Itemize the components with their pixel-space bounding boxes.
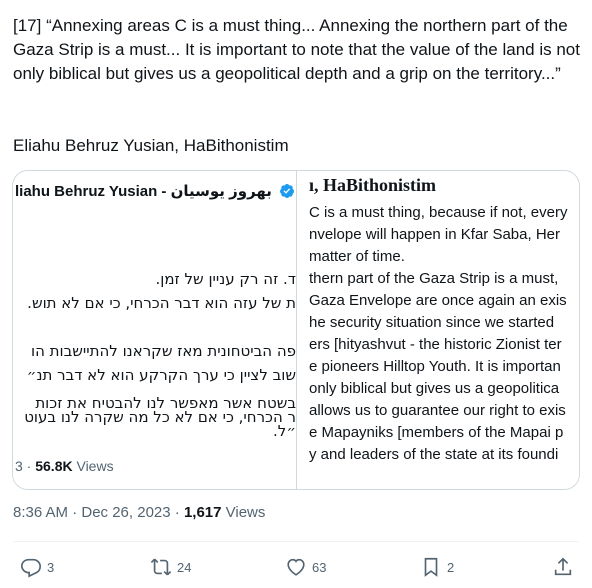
translation-line: allows us to guarantee our right to exis [309, 402, 566, 419]
hebrew-line: ״ל. [273, 422, 296, 440]
tweet-meta: 8:36 AM · Dec 26, 2023 · 1,617 Views [13, 504, 265, 521]
verified-badge-icon [279, 183, 295, 203]
retweet-button[interactable]: 24 [150, 556, 191, 578]
hebrew-line: בשטח אשר מאפשר לנו להבטיח את זכות [35, 394, 296, 412]
embedded-author-name: liahu Behruz Yusian - بهروز یوسیان [15, 183, 272, 200]
embedded-views-prefix: 3 · [15, 458, 36, 474]
embedded-views-label: Views [72, 458, 114, 474]
tweet-actions: 3 24 63 2 [0, 552, 592, 582]
heart-icon [287, 558, 305, 576]
bookmark-button[interactable]: 2 [420, 556, 454, 578]
translation-line: only biblical but gives us a geopolitica [309, 380, 560, 397]
divider [13, 541, 579, 542]
reply-button[interactable]: 3 [20, 556, 54, 578]
tweet-timestamp[interactable]: 8:36 AM · Dec 26, 2023 · [13, 504, 184, 521]
translation-line: nvelope will happen in Kfar Saba, Her [309, 226, 560, 243]
translation-line: Gaza Envelope are once again an exis [309, 292, 567, 309]
translation-line: y and leaders of the state at its foundi [309, 446, 559, 463]
translation-line: e pioneers Hilltop Youth. It is importan [309, 358, 561, 375]
bookmark-count: 2 [447, 559, 455, 575]
like-button[interactable]: 63 [285, 556, 326, 578]
tweet-media[interactable]: liahu Behruz Yusian - بهروز یوسیان ר הכר… [12, 170, 580, 490]
translation-line: C is a must thing, because if not, every [309, 204, 568, 221]
like-count: 63 [312, 559, 327, 575]
retweet-icon [150, 558, 172, 576]
embedded-views-count: 56.8K [35, 458, 73, 474]
retweet-count: 24 [177, 559, 192, 575]
tweet-views-label: Views [221, 504, 266, 521]
translation-line: he security situation since we started [309, 314, 555, 331]
translation-title: ı, HaBithonistim [309, 175, 437, 195]
hebrew-line: ת של עזה הוא דבר הכרחי, כי אם לא תוש. [27, 294, 296, 312]
tweet-attribution: Eliahu Behruz Yusian, HaBithonistim [13, 136, 289, 155]
translation-line: matter of time. [309, 248, 405, 265]
hebrew-line: שוב לציין כי ערך הקרקע הוא לא דבר תנ״ [26, 366, 296, 384]
translation-line: e Mapayniks [members of the Mapai p [309, 424, 564, 441]
translation-line: thern part of the Gaza Strip is a must, [309, 270, 559, 287]
bookmark-icon [424, 557, 438, 577]
reply-count: 3 [47, 559, 55, 575]
reply-icon [21, 558, 41, 578]
embedded-author: liahu Behruz Yusian - بهروز یوسیان [15, 182, 295, 203]
translation-screenshot[interactable]: ı, HaBithonistim C is a must thing, beca… [297, 171, 579, 489]
share-icon [554, 557, 572, 576]
tweet-body: [17] “Annexing areas C is a must thing..… [13, 16, 580, 83]
tweet-views-count: 1,617 [183, 504, 222, 521]
embedded-tweet-screenshot[interactable]: liahu Behruz Yusian - بهروز یوسیان ר הכר… [13, 171, 297, 489]
share-button[interactable] [552, 556, 579, 578]
hebrew-line: ד. זה רק עניין של זמן. [155, 270, 296, 288]
embedded-views: 3 · 56.8K Views [15, 458, 114, 474]
hebrew-line: פה הביטחונית מאז שקראנו להתיישבות הו [31, 342, 296, 360]
translation-line: ers [hityashvut - the historic Zionist t… [309, 336, 562, 353]
